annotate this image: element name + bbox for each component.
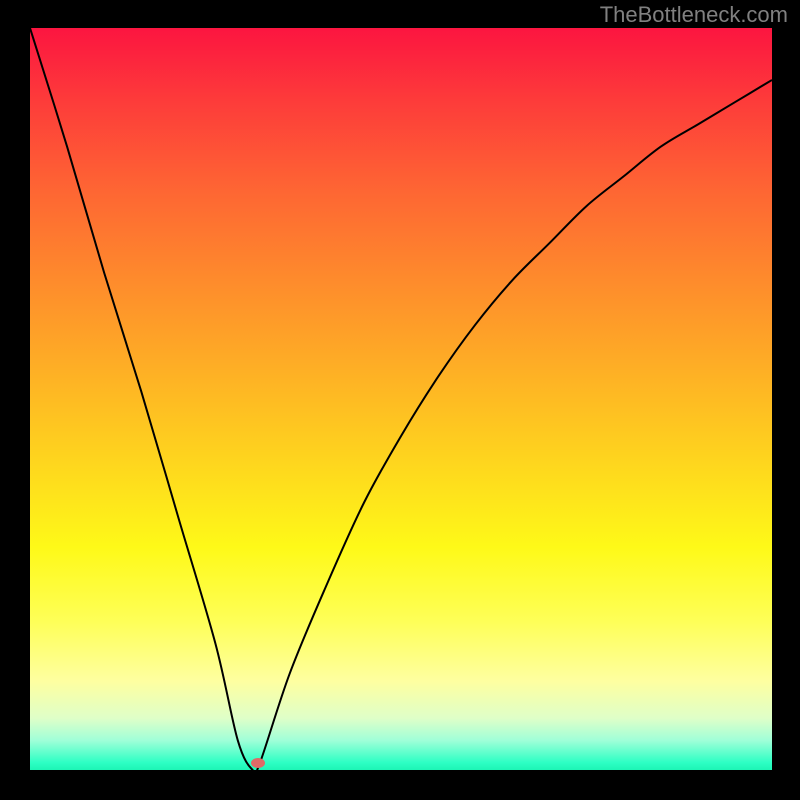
plot-area	[30, 28, 772, 770]
bottleneck-curve	[30, 28, 772, 770]
watermark-text: TheBottleneck.com	[600, 2, 788, 28]
minimum-marker	[251, 758, 265, 768]
